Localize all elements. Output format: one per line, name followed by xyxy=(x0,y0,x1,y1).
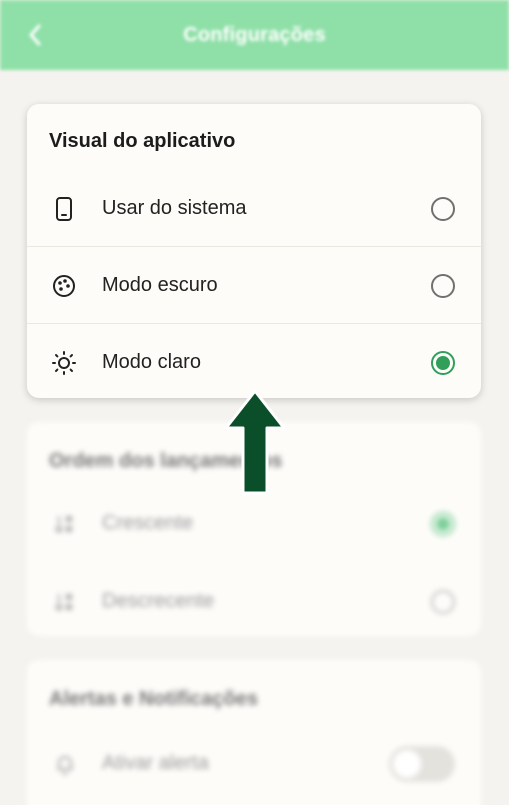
section-title: Alertas e Notificações xyxy=(49,688,258,710)
visual-settings-card: Visual do aplicativo Usar do sistema Mod… xyxy=(27,104,481,398)
radio-button-selected[interactable] xyxy=(431,512,455,536)
app-header: Configurações xyxy=(0,0,509,70)
option-label: Descrecente xyxy=(102,590,215,612)
phone-icon xyxy=(51,196,77,222)
option-dark[interactable]: Modo escuro xyxy=(27,247,481,324)
alert-toggle[interactable] xyxy=(389,746,455,782)
palette-icon xyxy=(51,273,77,299)
page-title: Configurações xyxy=(183,23,326,46)
radio-button[interactable] xyxy=(431,590,455,614)
bell-icon xyxy=(53,752,77,776)
sort-ascending-icon xyxy=(53,512,77,536)
alerts-settings-card: Alertas e Notificações Ativar alerta xyxy=(27,660,481,805)
option-descending[interactable]: Descrecente xyxy=(27,572,481,632)
option-label: Crescente xyxy=(102,512,194,534)
option-enable-alert[interactable]: Ativar alerta xyxy=(27,734,481,794)
option-label: Modo claro xyxy=(102,351,201,373)
option-ascending[interactable]: Crescente xyxy=(27,494,481,554)
chevron-left-icon xyxy=(29,24,41,46)
option-label: Ativar alerta xyxy=(102,752,209,774)
section-title: Visual do aplicativo xyxy=(49,130,236,152)
radio-button-selected[interactable] xyxy=(431,350,455,375)
sort-descending-icon xyxy=(53,590,77,614)
back-button[interactable] xyxy=(24,22,46,48)
option-system[interactable]: Usar do sistema xyxy=(27,170,481,247)
option-label: Usar do sistema xyxy=(102,197,247,219)
sun-icon xyxy=(51,350,77,376)
radio-button[interactable] xyxy=(431,273,455,298)
radio-button[interactable] xyxy=(431,196,455,221)
option-label: Modo escuro xyxy=(102,274,218,296)
up-arrow-icon xyxy=(224,389,286,495)
